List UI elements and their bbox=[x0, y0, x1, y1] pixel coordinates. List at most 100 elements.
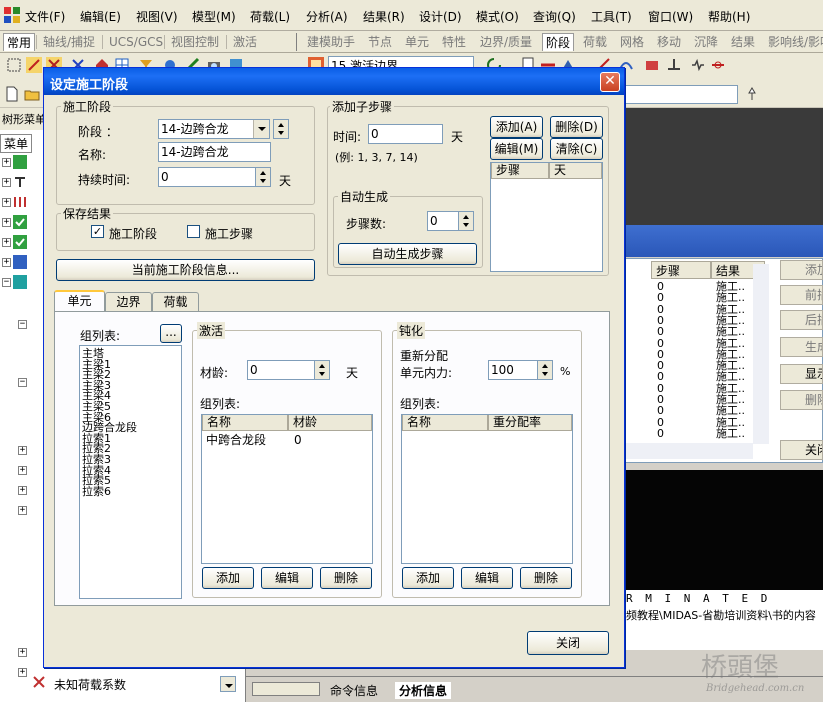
tree-expand-toggle[interactable]: + bbox=[18, 648, 27, 657]
tree-expand-toggle[interactable]: + bbox=[18, 466, 27, 475]
activate-delete-button[interactable]: 删除 bbox=[320, 567, 372, 589]
tab-ucs-gcs[interactable]: UCS/GCS bbox=[106, 33, 166, 51]
stage-insert-before-button[interactable]: 前插 bbox=[780, 285, 823, 305]
tab-analysis-info[interactable]: 分析信息 bbox=[395, 682, 452, 699]
tab-move[interactable]: 移动 bbox=[654, 33, 684, 51]
view-combo[interactable] bbox=[625, 85, 738, 104]
element-force-input[interactable]: 100 bbox=[488, 360, 538, 380]
tree-collapse-toggle[interactable]: − bbox=[18, 320, 27, 329]
dialog-titlebar[interactable]: 设定施工阶段 ✕ bbox=[44, 68, 624, 95]
tab-influence-line[interactable]: 影响线/影响 bbox=[765, 33, 823, 51]
menu-tools[interactable]: 工具(T) bbox=[591, 8, 632, 25]
stage-close-button[interactable]: 关闭 bbox=[780, 440, 823, 460]
tree-expand-toggle[interactable]: + bbox=[18, 506, 27, 515]
spring-icon[interactable] bbox=[690, 57, 706, 73]
menu-model[interactable]: 模型(M) bbox=[192, 8, 236, 25]
current-stage-info-button[interactable]: 当前施工阶段信息... bbox=[56, 259, 315, 281]
tab-axis-snap[interactable]: 轴线/捕捉 bbox=[40, 33, 98, 51]
new-file-icon[interactable] bbox=[4, 86, 20, 102]
activate-row-name[interactable]: 中跨合龙段 bbox=[206, 434, 266, 446]
tab-settlement[interactable]: 沉降 bbox=[691, 33, 721, 51]
passivate-add-button[interactable]: 添加 bbox=[402, 567, 454, 589]
passivate-edit-button[interactable]: 编辑 bbox=[461, 567, 513, 589]
tab-boundary-mass[interactable]: 边界/质量 bbox=[477, 33, 535, 51]
stage-table-hscrollbar[interactable] bbox=[623, 443, 753, 459]
activate-add-button[interactable]: 添加 bbox=[202, 567, 254, 589]
activate-row-age[interactable]: 0 bbox=[294, 434, 302, 446]
tab-property[interactable]: 特性 bbox=[439, 33, 469, 51]
menu-view[interactable]: 视图(V) bbox=[136, 8, 178, 25]
tab-boundary-dialog[interactable]: 边界 bbox=[105, 292, 152, 312]
tab-load-dialog[interactable]: 荷载 bbox=[152, 292, 199, 312]
dialog-close-icon[interactable]: ✕ bbox=[600, 72, 620, 92]
tab-load[interactable]: 荷载 bbox=[580, 33, 610, 51]
tree-expand-toggle[interactable]: + bbox=[2, 198, 11, 207]
auto-generate-steps-button[interactable]: 自动生成步骤 bbox=[338, 243, 477, 265]
substep-delete-button[interactable]: 删除(D) bbox=[550, 116, 603, 138]
step-count-spinner[interactable] bbox=[458, 211, 474, 231]
stage-spinner[interactable] bbox=[273, 119, 289, 139]
passivate-delete-button[interactable]: 删除 bbox=[520, 567, 572, 589]
stage-generate-button[interactable]: 生成 bbox=[780, 337, 823, 357]
substep-edit-button[interactable]: 编辑(M) bbox=[490, 138, 543, 160]
tab-node[interactable]: 节点 bbox=[365, 33, 395, 51]
substep-clear-button[interactable]: 清除(C) bbox=[550, 138, 603, 160]
menu-design[interactable]: 设计(D) bbox=[419, 8, 462, 25]
tab-view-control[interactable]: 视图控制 bbox=[168, 33, 222, 51]
passivate-listview[interactable]: 名称 重分配率 bbox=[401, 414, 573, 564]
menu-window[interactable]: 窗口(W) bbox=[648, 8, 693, 25]
tree-dropdown-button[interactable] bbox=[220, 676, 236, 692]
tree-expand-toggle[interactable]: + bbox=[2, 218, 11, 227]
stage-insert-after-button[interactable]: 后插 bbox=[780, 310, 823, 330]
duration-input[interactable]: 0 bbox=[158, 167, 256, 187]
save-step-checkbox[interactable] bbox=[187, 225, 200, 238]
close-button[interactable]: 关闭 bbox=[527, 631, 609, 655]
substep-time-input[interactable]: 0 bbox=[368, 124, 443, 144]
substep-add-button[interactable]: 添加(A) bbox=[490, 116, 543, 138]
tab-modeling-wizard[interactable]: 建模助手 bbox=[304, 33, 358, 51]
step-count-input[interactable]: 0 bbox=[427, 211, 460, 231]
element-force-spinner[interactable] bbox=[537, 360, 553, 380]
tree-menu-tab[interactable]: 菜单 bbox=[0, 134, 33, 153]
tree-collapse-toggle[interactable]: − bbox=[2, 278, 11, 287]
tab-mesh[interactable]: 网格 bbox=[617, 33, 647, 51]
activate-edit-button[interactable]: 编辑 bbox=[261, 567, 313, 589]
stage-show-button[interactable]: 显示 bbox=[780, 364, 823, 384]
select-node-icon[interactable] bbox=[6, 57, 22, 73]
chevron-down-icon[interactable] bbox=[253, 120, 269, 138]
settlement-icon[interactable] bbox=[666, 57, 682, 73]
tab-element-dialog[interactable]: 单元 bbox=[54, 290, 105, 312]
group-list-item[interactable]: 拉索6 bbox=[82, 486, 111, 497]
tree-expand-toggle[interactable]: + bbox=[2, 258, 11, 267]
select-line-icon[interactable] bbox=[26, 57, 42, 73]
tab-activate[interactable]: 激活 bbox=[230, 33, 260, 51]
tree-collapse-toggle[interactable]: − bbox=[18, 378, 27, 387]
tree-expand-toggle[interactable]: + bbox=[18, 486, 27, 495]
tab-stage[interactable]: 阶段 bbox=[542, 33, 575, 51]
menu-edit[interactable]: 编辑(E) bbox=[80, 8, 121, 25]
menu-mode[interactable]: 模式(O) bbox=[476, 8, 519, 25]
group-list-browse-button[interactable]: ... bbox=[160, 324, 182, 343]
pin-icon[interactable] bbox=[744, 86, 760, 102]
tree-expand-toggle[interactable]: + bbox=[18, 446, 27, 455]
stage-add-button[interactable]: 添加 bbox=[780, 260, 823, 280]
tab-command-info[interactable]: 命令信息 bbox=[330, 682, 378, 699]
activate-listview[interactable]: 名称 材龄 中跨合龙段 0 bbox=[201, 414, 373, 564]
link-icon[interactable] bbox=[710, 57, 726, 73]
duration-spinner[interactable] bbox=[255, 167, 271, 187]
menu-query[interactable]: 查询(Q) bbox=[533, 8, 576, 25]
stage-name-input[interactable]: 14-边跨合龙 bbox=[158, 142, 271, 162]
material-age-spinner[interactable] bbox=[314, 360, 330, 380]
tab-element[interactable]: 单元 bbox=[402, 33, 432, 51]
tab-nav-arrows[interactable] bbox=[252, 682, 320, 696]
tree-expand-toggle[interactable]: + bbox=[2, 158, 11, 167]
menu-help[interactable]: 帮助(H) bbox=[708, 8, 750, 25]
unknown-load-factor-item[interactable]: 未知荷载系数 bbox=[54, 676, 126, 693]
tab-results[interactable]: 结果 bbox=[728, 33, 758, 51]
tree-expand-toggle[interactable]: + bbox=[2, 238, 11, 247]
material-age-input[interactable]: 0 bbox=[247, 360, 315, 380]
tree-expand-toggle[interactable]: + bbox=[2, 178, 11, 187]
stage-table-scrollbar[interactable] bbox=[753, 264, 769, 444]
group-listbox[interactable]: 主塔 主梁1 主梁2 主梁3 主梁4 主梁5 主梁6 边跨合龙段 拉索1 拉索2 拉索3 拉索4 拉索5… bbox=[79, 345, 182, 599]
menu-results[interactable]: 结果(R) bbox=[363, 8, 405, 25]
